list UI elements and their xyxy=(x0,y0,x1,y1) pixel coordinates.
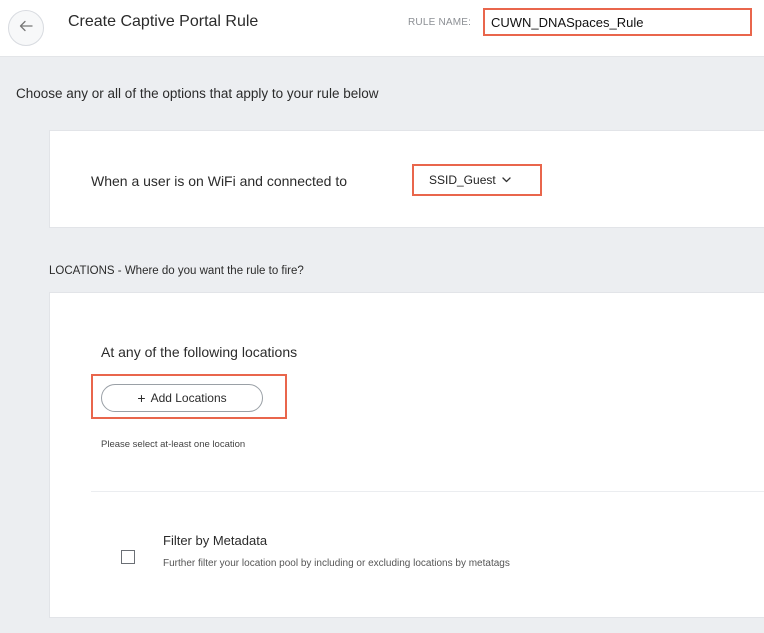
plus-icon: + xyxy=(137,390,146,406)
page-title: Create Captive Portal Rule xyxy=(68,13,259,30)
wifi-condition-text: When a user is on WiFi and connected to xyxy=(91,173,348,189)
page-header: Create Captive Portal Rule RULE NAME: xyxy=(0,0,764,57)
rule-name-input[interactable] xyxy=(483,8,752,36)
ssid-dropdown[interactable]: SSID_Guest xyxy=(412,164,542,196)
filter-metadata-description: Further filter your location pool by inc… xyxy=(163,558,510,569)
locations-card: At any of the following locations + Add … xyxy=(49,292,764,618)
filter-metadata-title: Filter by Metadata xyxy=(163,533,268,548)
ssid-selected-value: SSID_Guest xyxy=(429,173,496,187)
chevron-down-icon xyxy=(502,177,511,183)
filter-metadata-checkbox[interactable] xyxy=(121,550,135,564)
add-locations-button[interactable]: + Add Locations xyxy=(101,384,263,412)
locations-section-label: LOCATIONS - Where do you want the rule t… xyxy=(49,265,304,277)
arrow-left-icon xyxy=(18,18,34,39)
back-button[interactable] xyxy=(8,10,44,46)
divider xyxy=(91,491,764,492)
locations-heading: At any of the following locations xyxy=(101,344,298,360)
add-locations-label: Add Locations xyxy=(150,391,227,405)
wifi-condition-card: When a user is on WiFi and connected to … xyxy=(49,130,764,228)
add-locations-highlight: + Add Locations xyxy=(91,374,287,419)
intro-text: Choose any or all of the options that ap… xyxy=(16,86,379,101)
rule-name-label: RULE NAME: xyxy=(408,17,472,28)
locations-hint: Please select at-least one location xyxy=(101,439,246,450)
